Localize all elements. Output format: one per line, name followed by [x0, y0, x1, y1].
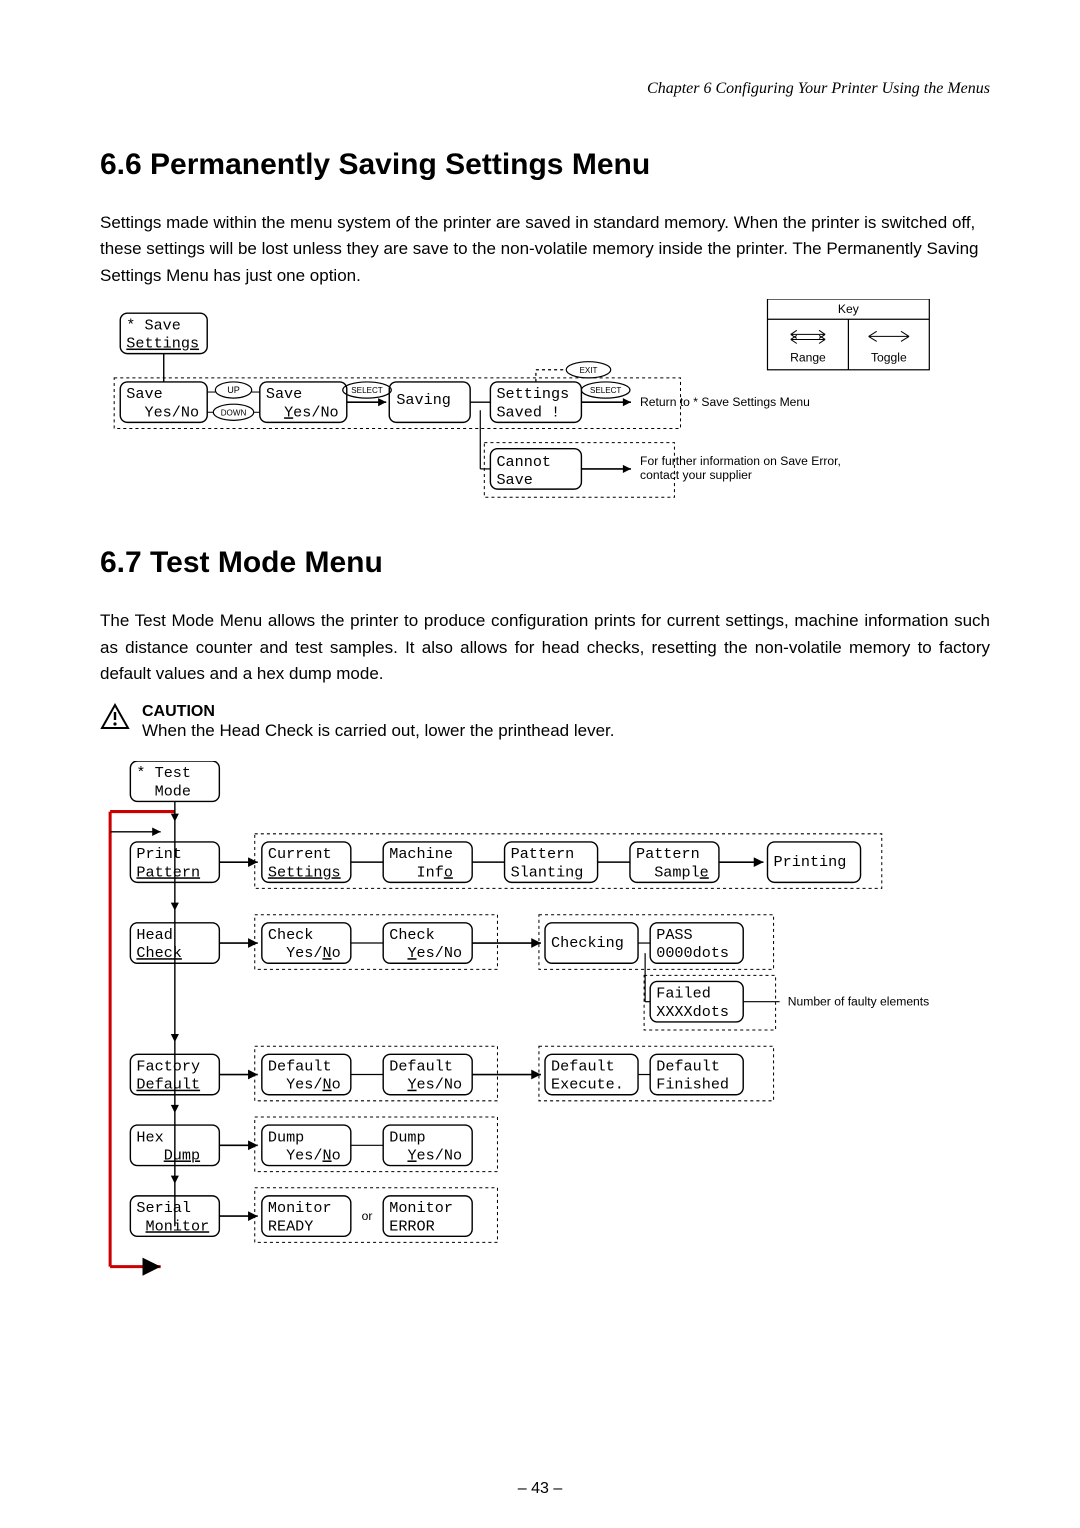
- saving: Saving: [396, 391, 451, 409]
- svg-text:Finished: Finished: [656, 1076, 729, 1094]
- svg-text:Yes/No: Yes/No: [389, 1076, 462, 1094]
- svg-text:Machine: Machine: [389, 846, 453, 864]
- svg-text:Hex: Hex: [136, 1129, 163, 1147]
- test-l1: * Test: [136, 765, 191, 783]
- svg-text:Monitor: Monitor: [389, 1199, 453, 1217]
- cannot-l2: Save: [496, 471, 532, 489]
- save-settings-l1: * Save: [126, 316, 181, 334]
- key-toggle: Toggle: [871, 351, 907, 365]
- svg-text:Info: Info: [389, 864, 453, 882]
- svg-text:Check: Check: [389, 926, 434, 944]
- svg-text:Yes/No: Yes/No: [268, 1076, 341, 1094]
- svg-text:Head: Head: [136, 926, 172, 944]
- svg-text:Yes/No: Yes/No: [268, 1147, 341, 1165]
- para-6-7: The Test Mode Menu allows the printer to…: [100, 608, 990, 687]
- svg-text:Dump: Dump: [136, 1147, 200, 1165]
- saved-l1: Settings: [496, 385, 569, 403]
- svg-text:Check: Check: [136, 945, 181, 963]
- heading-6-6: 6.6 Permanently Saving Settings Menu: [100, 148, 990, 182]
- svg-text:Pattern: Pattern: [136, 864, 200, 882]
- svg-text:Default: Default: [389, 1058, 453, 1076]
- svg-text:Yes/No: Yes/No: [389, 945, 462, 963]
- svg-text:Dump: Dump: [389, 1129, 425, 1147]
- svg-text:Print: Print: [136, 846, 181, 864]
- svg-text:READY: READY: [268, 1218, 313, 1236]
- save-yn1-l1: Save: [126, 385, 162, 403]
- diagram-save-settings: Key Range Toggle * Save Settings Save Ye…: [100, 299, 990, 511]
- test-l2: Mode: [136, 783, 191, 801]
- key-range: Range: [790, 351, 826, 365]
- svg-text:Default: Default: [656, 1058, 720, 1076]
- svg-text:Pattern: Pattern: [636, 846, 700, 864]
- btn-down: DOWN: [221, 408, 247, 417]
- btn-select2: SELECT: [590, 386, 621, 395]
- svg-text:Yes/No: Yes/No: [268, 945, 341, 963]
- svg-text:Printing: Printing: [774, 854, 847, 872]
- svg-text:Yes/No: Yes/No: [389, 1147, 462, 1165]
- para-6-6: Settings made within the menu system of …: [100, 210, 990, 289]
- svg-text:or: or: [362, 1210, 373, 1224]
- svg-text:Check: Check: [268, 926, 313, 944]
- svg-text:Pattern: Pattern: [511, 846, 575, 864]
- svg-text:contact your supplier: contact your supplier: [640, 468, 752, 482]
- svg-text:Monitor: Monitor: [268, 1199, 332, 1217]
- save-yn2-l1: Save: [266, 385, 302, 403]
- svg-text:Monitor: Monitor: [136, 1218, 209, 1236]
- svg-text:XXXXdots: XXXXdots: [656, 1003, 729, 1021]
- svg-text:Dump: Dump: [268, 1129, 304, 1147]
- svg-text:Execute.: Execute.: [551, 1076, 624, 1094]
- caution-label: CAUTION: [142, 703, 215, 720]
- btn-select: SELECT: [351, 386, 382, 395]
- svg-text:For further information on Sav: For further information on Save Error,: [640, 454, 841, 468]
- svg-text:0000dots: 0000dots: [656, 945, 729, 963]
- caution-text: When the Head Check is carried out, lowe…: [142, 721, 614, 740]
- svg-text:Sample: Sample: [636, 864, 709, 882]
- heading-6-7: 6.7 Test Mode Menu: [100, 546, 990, 580]
- btn-exit: EXIT: [580, 366, 598, 375]
- page-number: – 43 –: [0, 1480, 1080, 1498]
- svg-text:Default: Default: [268, 1058, 332, 1076]
- running-head: Chapter 6 Configuring Your Printer Using…: [100, 80, 990, 98]
- svg-text:Current: Current: [268, 846, 332, 864]
- svg-text:Settings: Settings: [268, 864, 341, 882]
- svg-text:Default: Default: [551, 1058, 615, 1076]
- svg-text:Yes/No: Yes/No: [266, 403, 339, 421]
- svg-text:Failed: Failed: [656, 985, 711, 1003]
- saved-l2: Saved !: [496, 403, 560, 421]
- svg-text:Factory: Factory: [136, 1058, 200, 1076]
- btn-up: UP: [227, 385, 240, 395]
- caution-block: CAUTION When the Head Check is carried o…: [100, 703, 990, 741]
- svg-text:Checking: Checking: [551, 935, 624, 953]
- warning-icon: [100, 703, 130, 731]
- return-text: Return to * Save Settings Menu: [640, 395, 810, 409]
- svg-text:PASS: PASS: [656, 926, 692, 944]
- svg-text:Slanting: Slanting: [511, 864, 584, 882]
- svg-text:Yes/No: Yes/No: [126, 403, 199, 421]
- svg-text:ERROR: ERROR: [389, 1218, 434, 1236]
- svg-text:Default: Default: [136, 1076, 200, 1094]
- svg-text:Number of faulty elements: Number of faulty elements: [788, 995, 930, 1009]
- diagram-test-mode: * Test Mode Print Pattern Current Settin…: [100, 761, 990, 1277]
- page: Chapter 6 Configuring Your Printer Using…: [0, 0, 1080, 1528]
- cannot-l1: Cannot: [496, 453, 551, 471]
- save-settings-l2: Settings: [126, 335, 199, 353]
- svg-text:Serial: Serial: [136, 1199, 191, 1217]
- key-title: Key: [838, 302, 860, 316]
